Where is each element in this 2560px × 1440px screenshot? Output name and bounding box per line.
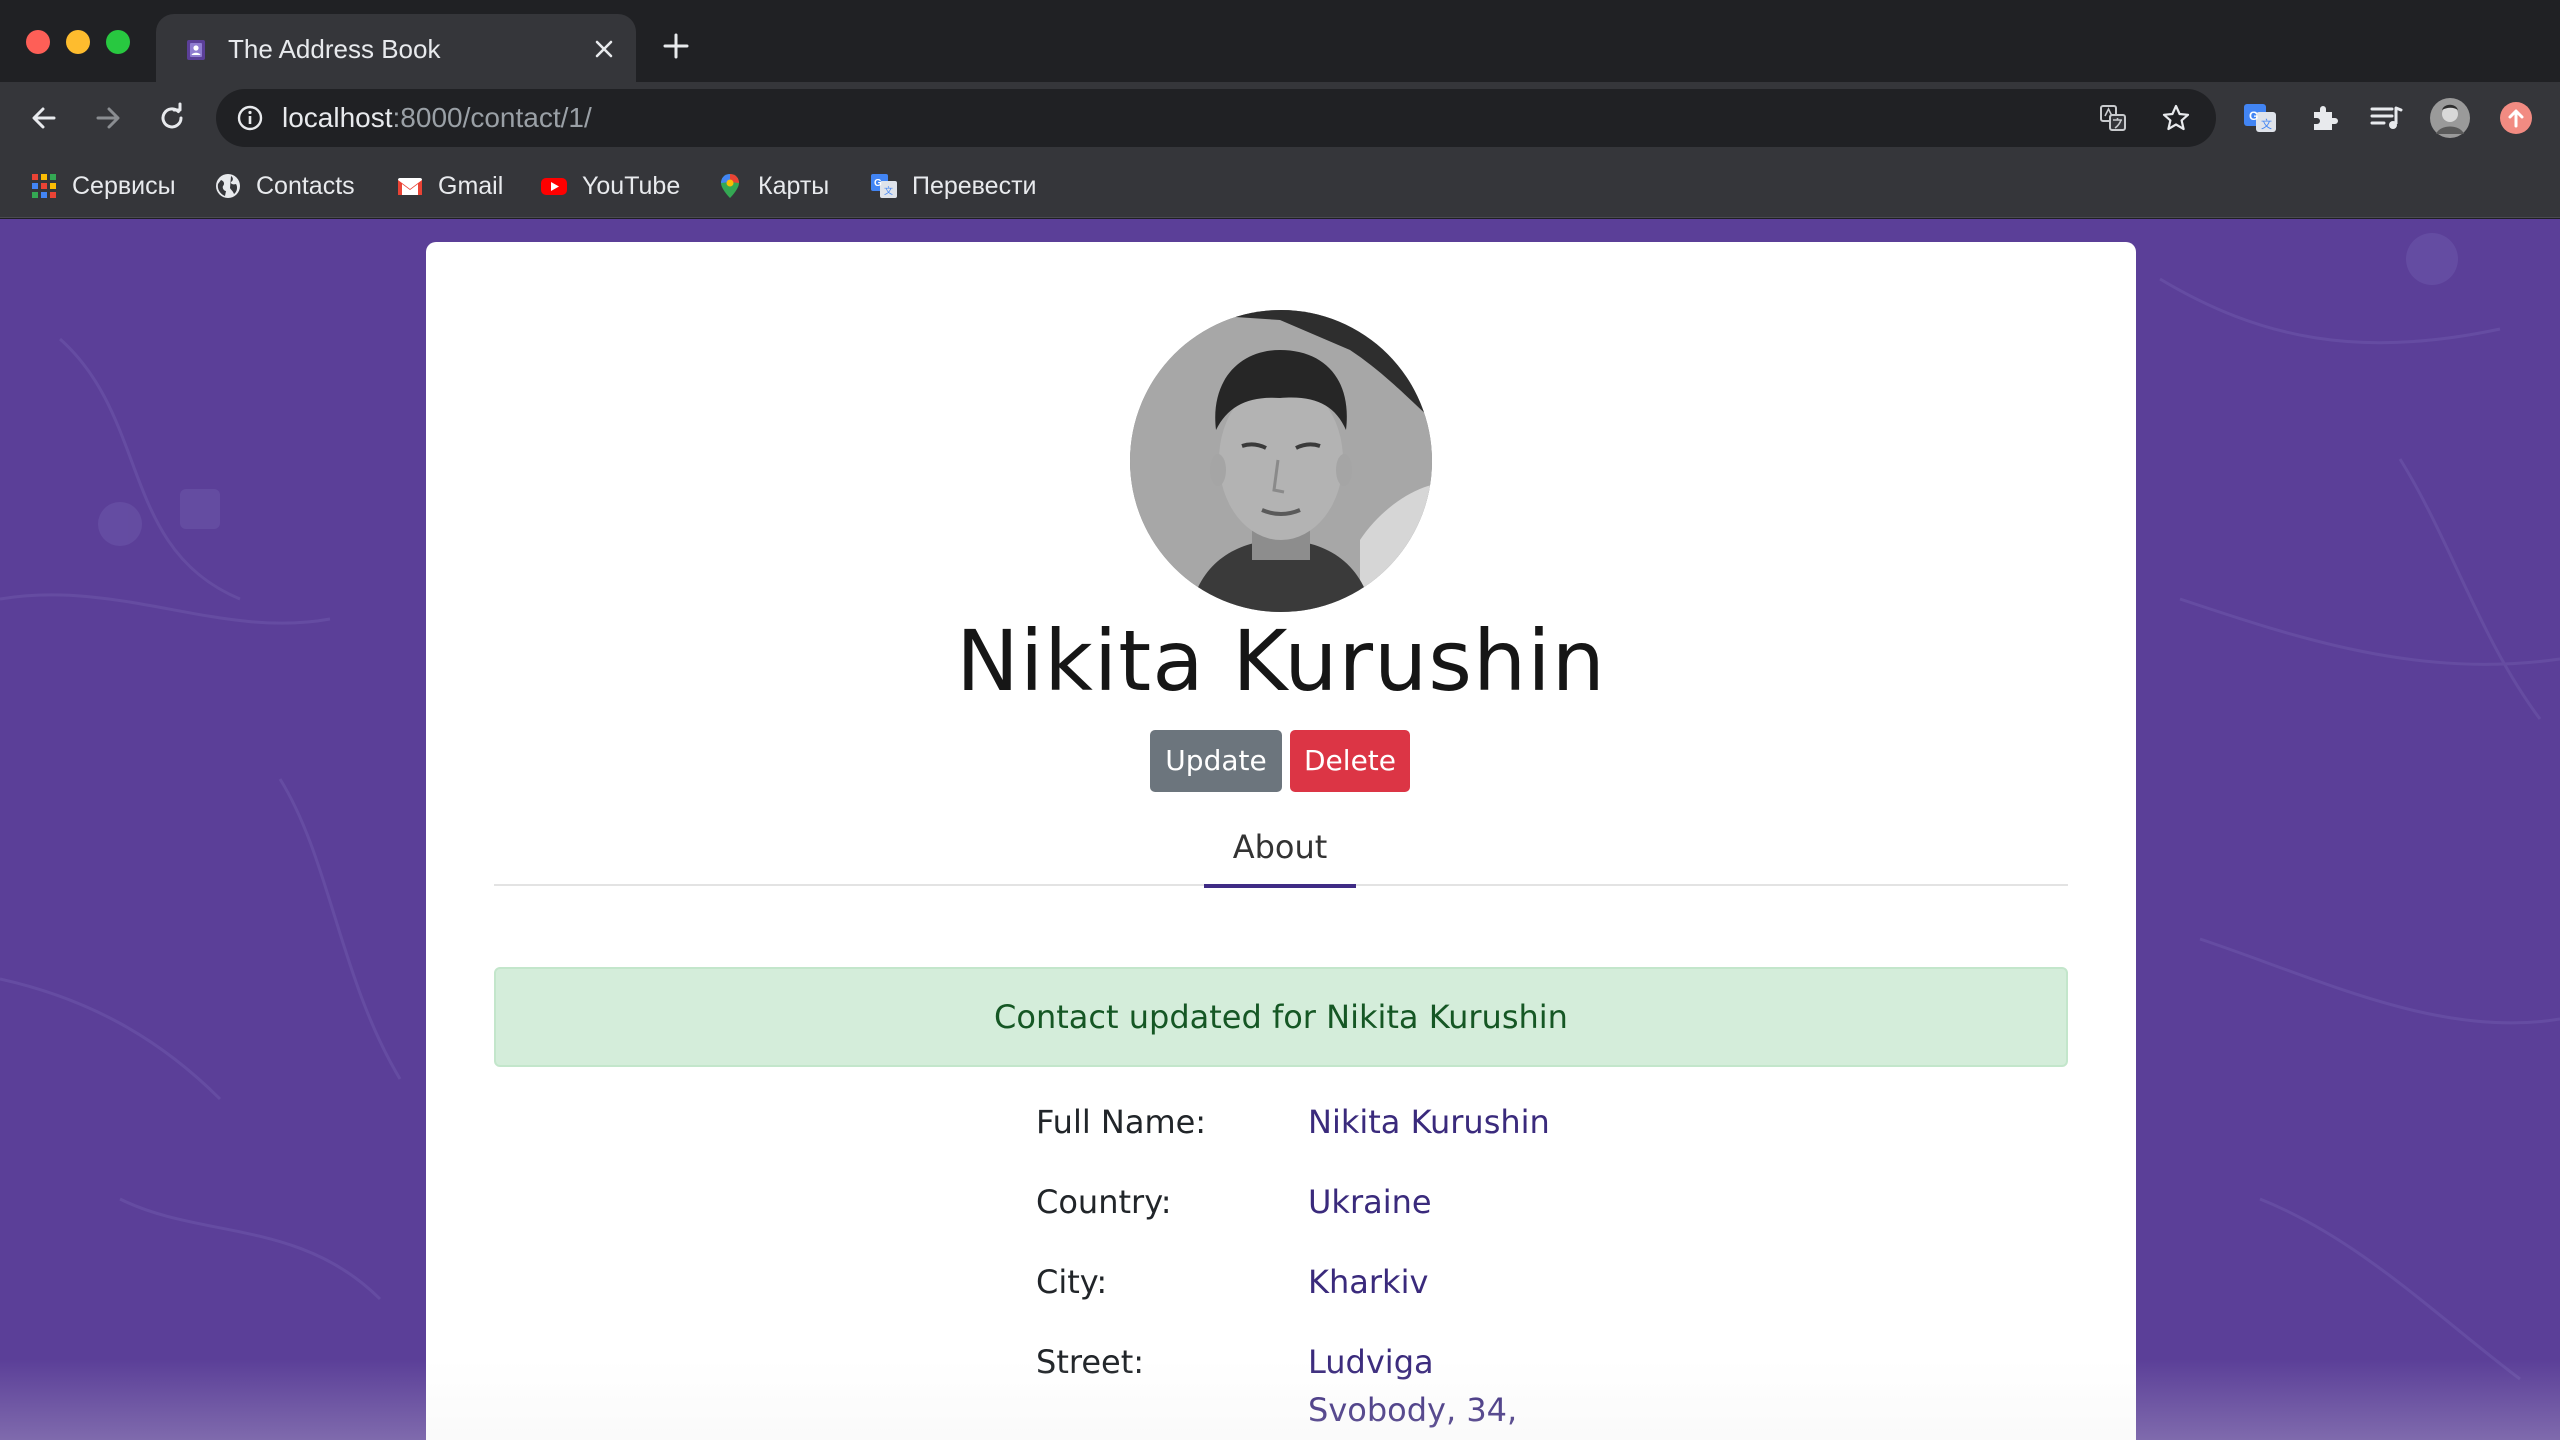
update-available-icon[interactable]	[2498, 100, 2534, 136]
city-label: City:	[1036, 1263, 1108, 1301]
browser-toolbar: localhost:8000/contact/1/ G 文	[0, 82, 2560, 154]
bookmark-contacts[interactable]: Contacts	[214, 168, 355, 204]
svg-text:文: 文	[2261, 117, 2272, 131]
profile-avatar-icon[interactable]	[2430, 98, 2470, 138]
bookmark-label: Карты	[758, 171, 830, 200]
bookmark-maps[interactable]: Карты	[716, 168, 829, 204]
success-alert: Contact updated for Nikita Kurushin	[494, 967, 2068, 1067]
update-button[interactable]: Update	[1150, 730, 1282, 792]
bookmark-label: YouTube	[582, 171, 681, 200]
youtube-icon	[541, 178, 567, 195]
address-bar[interactable]: localhost:8000/contact/1/	[216, 89, 2216, 147]
close-tab-icon[interactable]	[588, 33, 620, 65]
contact-name-heading: Nikita Kurushin	[956, 612, 1606, 710]
url-host: localhost	[282, 102, 393, 133]
full-name-label: Full Name:	[1036, 1103, 1207, 1141]
bookmark-translate[interactable]: G 文 Перевести	[870, 168, 1037, 204]
country-label: Country:	[1036, 1183, 1172, 1221]
bookmark-label: Gmail	[438, 171, 504, 200]
page-viewport: Nikita Kurushin Update Delete About Cont…	[0, 219, 2560, 1440]
translate-page-icon[interactable]	[2098, 103, 2128, 133]
translate-icon: G 文	[871, 174, 897, 198]
globe-icon	[216, 174, 240, 198]
url-text: localhost:8000/contact/1/	[282, 100, 592, 136]
bookmark-youtube[interactable]: YouTube	[540, 168, 680, 204]
window-zoom-button[interactable]	[106, 30, 130, 54]
browser-tab-active[interactable]: The Address Book	[156, 14, 636, 84]
gmail-icon	[398, 178, 422, 195]
bookmark-services[interactable]: Сервисы	[30, 168, 176, 204]
svg-text:文: 文	[884, 185, 893, 196]
svg-text:G: G	[874, 178, 882, 189]
tab-about[interactable]: About	[1204, 820, 1356, 888]
delete-button[interactable]: Delete	[1290, 730, 1410, 792]
window-close-button[interactable]	[26, 30, 50, 54]
contact-avatar	[1130, 310, 1432, 612]
extensions-puzzle-icon[interactable]	[2306, 100, 2342, 136]
back-arrow-icon[interactable]	[26, 100, 62, 136]
country-value: Ukraine	[1308, 1183, 1432, 1221]
bookmark-star-icon[interactable]	[2161, 103, 2191, 133]
media-playlist-icon[interactable]	[2368, 100, 2404, 136]
forward-arrow-icon[interactable]	[90, 100, 126, 136]
site-info-icon[interactable]	[236, 104, 264, 132]
bookmark-label: Перевести	[912, 171, 1037, 200]
contact-card: Nikita Kurushin Update Delete About Cont…	[426, 242, 2136, 1440]
contact-photo	[1130, 310, 1432, 612]
city-value: Kharkiv	[1308, 1263, 1429, 1301]
bookmarks-bar: Сервисы Contacts Gmail YouTube Карты G 文…	[0, 154, 2560, 218]
svg-text:G: G	[2249, 109, 2258, 123]
url-path: :8000/contact/1/	[392, 102, 592, 133]
apps-grid-icon	[32, 174, 56, 198]
maps-pin-icon	[721, 174, 739, 198]
bookmark-label: Contacts	[256, 171, 355, 200]
new-tab-icon[interactable]	[660, 30, 692, 62]
tab-title: The Address Book	[228, 34, 441, 64]
window-minimize-button[interactable]	[66, 30, 90, 54]
bookmark-gmail[interactable]: Gmail	[396, 168, 503, 204]
street-label: Street:	[1036, 1343, 1145, 1381]
full-name-value: Nikita Kurushin	[1308, 1103, 1550, 1141]
google-translate-extension-icon[interactable]: G 文	[2242, 100, 2278, 136]
address-book-favicon-icon	[187, 40, 205, 60]
reload-icon[interactable]	[154, 100, 190, 136]
street-value: Ludviga Svobody, 34,	[1308, 1343, 1518, 1429]
browser-tab-bar: The Address Book	[0, 0, 2560, 84]
bookmark-label: Сервисы	[72, 171, 176, 200]
